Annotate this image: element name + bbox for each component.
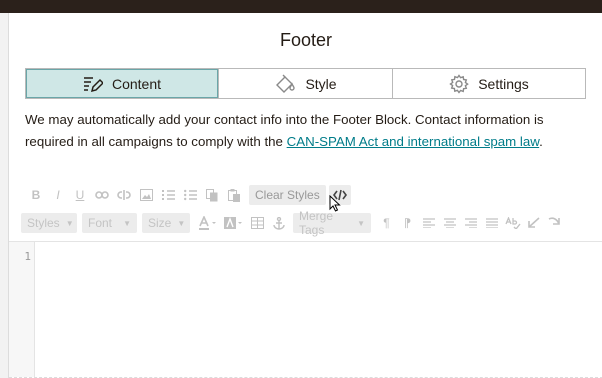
align-justify-icon[interactable]	[481, 213, 502, 233]
chevron-down-icon: ▼	[65, 218, 74, 228]
footer-description: We may automatically add your contact in…	[25, 109, 585, 153]
editor-toolbar-row1: B I U Clear Styles	[25, 185, 351, 205]
underline-button[interactable]: U	[69, 185, 91, 205]
spellcheck-icon[interactable]	[502, 213, 523, 233]
font-dropdown-label: Font	[88, 216, 113, 230]
gear-icon	[449, 73, 469, 94]
table-icon[interactable]	[247, 213, 268, 233]
unlink-icon[interactable]	[113, 185, 135, 205]
paint-bucket-icon	[274, 74, 296, 94]
description-end: .	[539, 134, 543, 149]
panel-title: Footer	[279, 30, 333, 50]
tab-settings[interactable]: Settings	[392, 69, 585, 98]
tab-style[interactable]: Style	[218, 69, 392, 98]
numbered-list-icon[interactable]	[157, 185, 179, 205]
tab-content-label: Content	[111, 75, 162, 92]
line-number-gutter: 1	[9, 242, 35, 377]
code-editor[interactable]: 1	[9, 241, 602, 378]
merge-tags-label: Merge Tags	[299, 209, 334, 237]
footer-block-panel: Footer Content Style Settings We may aut…	[8, 13, 602, 378]
bold-button[interactable]: B	[25, 185, 47, 205]
align-left-icon[interactable]	[418, 213, 439, 233]
tab-style-label: Style	[305, 75, 337, 92]
paste-icon[interactable]	[223, 185, 245, 205]
tab-settings-label: Settings	[478, 75, 529, 92]
text-color-icon[interactable]	[195, 213, 221, 233]
bullet-list-icon[interactable]	[179, 185, 201, 205]
top-bar	[0, 0, 602, 13]
edit-list-icon	[83, 75, 103, 93]
can-spam-link[interactable]: CAN-SPAM Act and international spam law	[287, 134, 540, 149]
italic-button[interactable]: I	[47, 185, 69, 205]
font-dropdown[interactable]: Font ▼	[82, 213, 137, 233]
editor-toolbar-row2: Styles ▼ Font ▼ Size ▼ Merge Tags ▼ ¶ ⁋	[21, 209, 565, 237]
anchor-icon[interactable]	[268, 213, 289, 233]
tab-content[interactable]: Content	[26, 69, 218, 98]
styles-dropdown[interactable]: Styles ▼	[21, 213, 77, 233]
chevron-down-icon: ▼	[357, 218, 365, 228]
undo-icon[interactable]	[523, 213, 544, 233]
redo-icon[interactable]	[544, 213, 565, 233]
link-icon[interactable]	[91, 185, 113, 205]
mouse-cursor-icon	[329, 194, 341, 217]
clear-styles-button[interactable]: Clear Styles	[249, 185, 326, 205]
line-number: 1	[24, 250, 31, 263]
tab-bar: Content Style Settings	[25, 68, 586, 99]
image-icon[interactable]	[135, 185, 157, 205]
chevron-down-icon: ▼	[123, 218, 131, 228]
size-dropdown-label: Size	[148, 216, 172, 230]
align-right-icon[interactable]	[460, 213, 481, 233]
background-color-icon[interactable]	[221, 213, 247, 233]
align-center-icon[interactable]	[439, 213, 460, 233]
chevron-down-icon: ▼	[177, 218, 186, 228]
paragraph-ltr-icon[interactable]: ¶	[376, 213, 397, 233]
styles-dropdown-label: Styles	[27, 216, 60, 230]
paragraph-rtl-icon[interactable]: ⁋	[397, 213, 418, 233]
copy-icon[interactable]	[201, 185, 223, 205]
size-dropdown[interactable]: Size ▼	[142, 213, 190, 233]
